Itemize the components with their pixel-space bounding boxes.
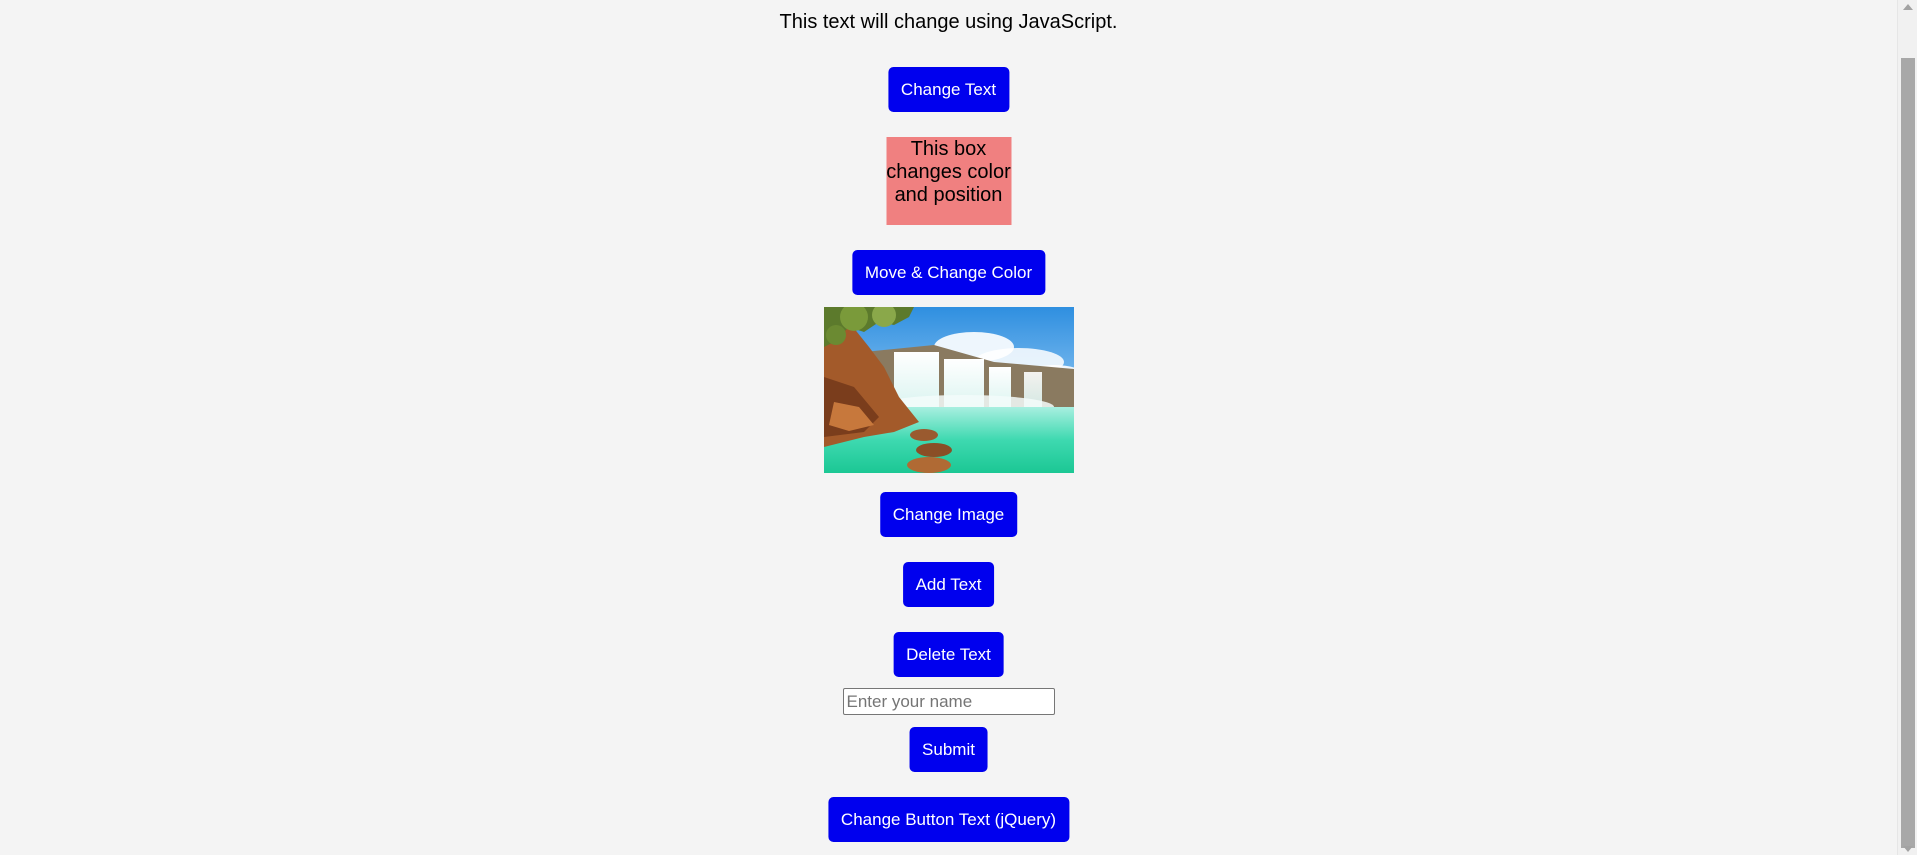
- vertical-scrollbar[interactable]: [1897, 0, 1917, 855]
- page: This text will change using JavaScript. …: [0, 0, 1897, 855]
- scrollbar-thumb[interactable]: [1901, 58, 1915, 848]
- waterfall-image: [823, 307, 1074, 473]
- color-box: This box changes color and position: [886, 137, 1011, 225]
- change-text-button[interactable]: Change Text: [887, 67, 1010, 112]
- change-image-button[interactable]: Change Image: [879, 492, 1018, 537]
- change-button-text-jquery-button[interactable]: Change Button Text (jQuery): [827, 797, 1070, 842]
- delete-text-button[interactable]: Delete Text: [893, 632, 1004, 677]
- scroll-up-arrow-icon[interactable]: [1903, 4, 1913, 10]
- submit-button[interactable]: Submit: [909, 727, 988, 772]
- add-text-button[interactable]: Add Text: [902, 562, 995, 607]
- headline-text: This text will change using JavaScript.: [779, 11, 1118, 33]
- name-input[interactable]: [842, 688, 1055, 715]
- scroll-down-arrow-icon[interactable]: [1903, 846, 1913, 852]
- move-change-color-button[interactable]: Move & Change Color: [851, 250, 1046, 295]
